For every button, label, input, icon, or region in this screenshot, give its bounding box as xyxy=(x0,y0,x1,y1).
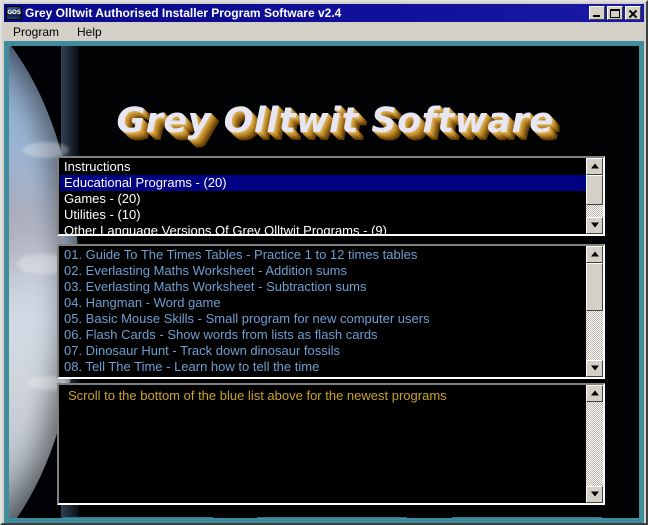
categories-list-items: Instructions Educational Programs - (20)… xyxy=(59,158,586,234)
list-item[interactable]: 03. Everlasting Maths Worksheet - Subtra… xyxy=(60,279,586,295)
close-button[interactable] xyxy=(625,6,641,20)
programs-listbox[interactable]: 01. Guide To The Times Tables - Practice… xyxy=(57,244,605,379)
list-item[interactable]: 08. Tell The Time - Learn how to tell th… xyxy=(60,359,586,375)
categories-listbox[interactable]: Instructions Educational Programs - (20)… xyxy=(57,156,605,236)
list-item[interactable]: Utilities - (10) xyxy=(60,207,586,223)
client-area: Grey Olltwit Software Instructions Educa… xyxy=(4,41,644,523)
list-item[interactable]: Other Language Versions Of Grey Olltwit … xyxy=(60,223,586,234)
menu-item-help[interactable]: Help xyxy=(73,24,110,40)
list-item[interactable]: Instructions xyxy=(60,159,586,175)
info-scrollbar[interactable] xyxy=(586,385,603,503)
window-title: Grey Olltwit Authorised Installer Progra… xyxy=(25,6,342,20)
application-window: GOS Grey Olltwit Authorised Installer Pr… xyxy=(0,0,648,525)
info-textbox[interactable]: Scroll to the bottom of the blue list ab… xyxy=(57,383,605,505)
minimize-button[interactable] xyxy=(589,6,605,20)
programs-list-items: 01. Guide To The Times Tables - Practice… xyxy=(59,246,586,377)
list-item[interactable]: 01. Guide To The Times Tables - Practice… xyxy=(60,247,586,263)
list-item[interactable]: 06. Flash Cards - Show words from lists … xyxy=(60,327,586,343)
title-bar: GOS Grey Olltwit Authorised Installer Pr… xyxy=(4,4,644,22)
scroll-down-arrow-icon[interactable] xyxy=(586,360,603,377)
info-message: Scroll to the bottom of the blue list ab… xyxy=(68,388,447,403)
scrollbar-thumb[interactable] xyxy=(586,263,603,311)
menu-bar: Program Help xyxy=(4,23,644,41)
list-item[interactable]: 04. Hangman - Word game xyxy=(60,295,586,311)
scroll-up-arrow-icon[interactable] xyxy=(586,246,603,263)
scroll-down-arrow-icon[interactable] xyxy=(586,217,603,234)
page-title: Grey Olltwit Software xyxy=(116,101,554,141)
scrollbar-track[interactable] xyxy=(586,175,603,217)
scrollbar-track[interactable] xyxy=(586,402,603,486)
list-item[interactable]: 05. Basic Mouse Skills - Small program f… xyxy=(60,311,586,327)
list-item[interactable]: Games - (20) xyxy=(60,191,586,207)
list-item[interactable]: Educational Programs - (20) xyxy=(60,175,586,191)
maximize-button[interactable] xyxy=(607,6,623,20)
info-text-content: Scroll to the bottom of the blue list ab… xyxy=(59,385,586,503)
programs-scrollbar[interactable] xyxy=(586,246,603,377)
scrollbar-thumb[interactable] xyxy=(586,175,603,205)
scrollbar-track[interactable] xyxy=(586,263,603,360)
list-item[interactable]: 07. Dinosaur Hunt - Track down dinosaur … xyxy=(60,343,586,359)
list-item[interactable]: 02. Everlasting Maths Worksheet - Additi… xyxy=(60,263,586,279)
globe-gos-icon: GOS xyxy=(6,6,22,20)
scroll-up-arrow-icon[interactable] xyxy=(586,158,603,175)
scroll-down-arrow-icon[interactable] xyxy=(586,486,603,503)
scroll-up-arrow-icon[interactable] xyxy=(586,385,603,402)
window-controls xyxy=(589,6,641,20)
menu-item-program[interactable]: Program xyxy=(9,24,67,40)
categories-scrollbar[interactable] xyxy=(586,158,603,234)
